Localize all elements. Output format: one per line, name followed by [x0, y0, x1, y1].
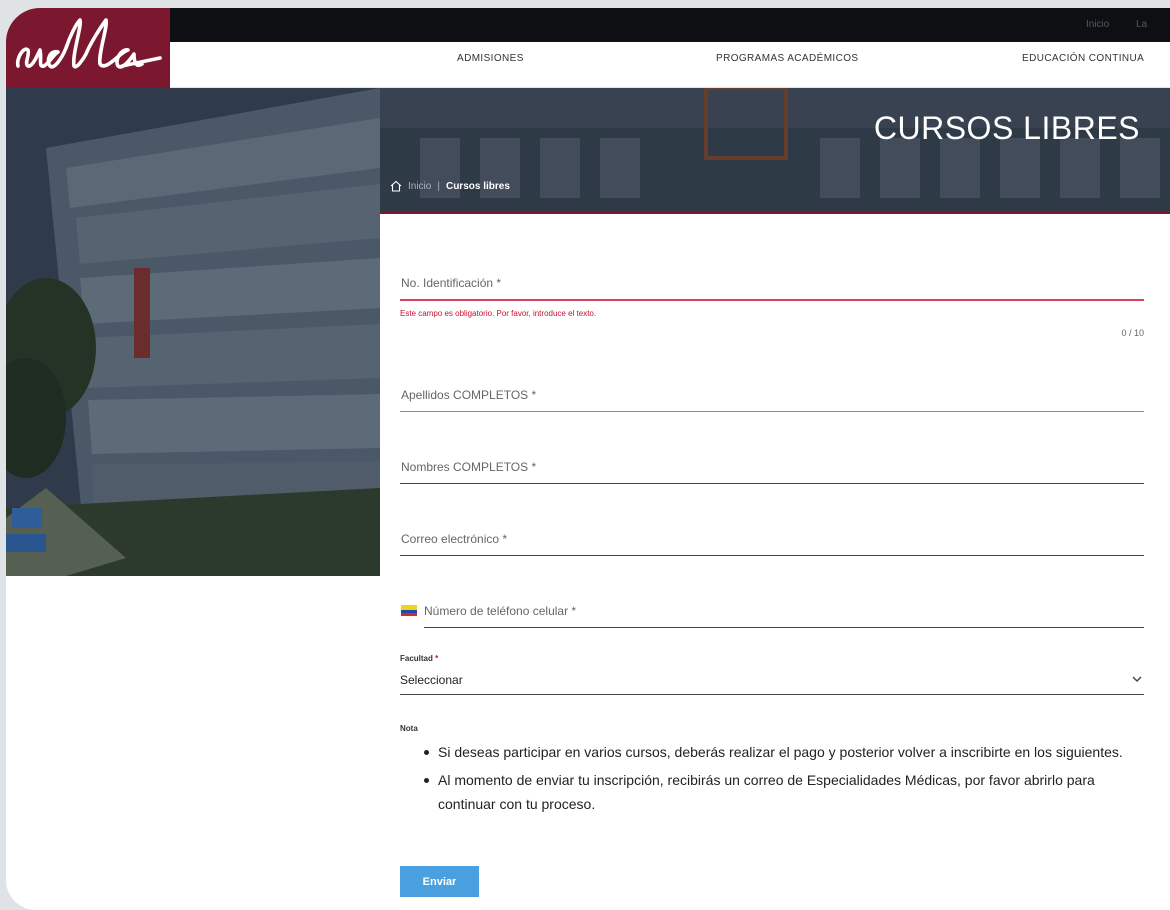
identification-error: Este campo es obligatorio. Por favor, in…: [400, 309, 597, 318]
ecuador-flag-icon[interactable]: [401, 605, 417, 616]
main-navigation: ADMISIONES PROGRAMAS ACADÉMICOS EDUCACIÓ…: [170, 42, 1170, 88]
banner-building-illustration: [380, 88, 1170, 212]
faculty-label-text: Facultad: [400, 654, 433, 663]
page-title: CURSOS LIBRES: [873, 110, 1140, 146]
faculty-select[interactable]: Seleccionar: [400, 666, 1144, 696]
campus-photo: [6, 88, 380, 576]
phone-field[interactable]: Número de teléfono celular *: [400, 596, 1144, 636]
phone-underline: [424, 627, 1144, 628]
names-label: Nombres COMPLETOS *: [401, 460, 537, 474]
top-utility-bar: Inicio La: [170, 8, 1170, 42]
udla-logo-mark: [15, 18, 162, 69]
faculty-underline: [400, 694, 1144, 695]
nav-admisiones[interactable]: ADMISIONES: [457, 53, 524, 64]
identification-label: No. Identificación *: [401, 276, 502, 290]
faculty-select-value: Seleccionar: [400, 673, 463, 687]
surnames-underline: [400, 411, 1144, 412]
home-icon[interactable]: [390, 180, 402, 192]
nav-programas-academicos[interactable]: PROGRAMAS ACADÉMICOS: [716, 53, 858, 64]
names-field[interactable]: Nombres COMPLETOS *: [400, 452, 1144, 492]
faculty-label: Facultad *: [400, 654, 438, 663]
breadcrumb-home[interactable]: Inicio: [408, 181, 431, 192]
note-item: Si deseas participar en varios cursos, d…: [424, 740, 1144, 764]
breadcrumb-separator: |: [437, 180, 440, 192]
email-underline: [400, 555, 1144, 556]
page-frame: Inicio La ADMISIONES PROGRAMAS ACADÉMICO…: [6, 8, 1170, 910]
note-list: Si deseas participar en varios cursos, d…: [424, 740, 1144, 820]
email-field[interactable]: Correo electrónico *: [400, 524, 1144, 564]
identification-counter: 0 / 10: [1121, 328, 1144, 338]
note-item: Al momento de enviar tu inscripción, rec…: [424, 768, 1144, 816]
email-label: Correo electrónico *: [401, 532, 508, 546]
breadcrumb-current: Cursos libres: [445, 180, 510, 192]
note-label: Nota: [400, 724, 418, 733]
names-underline: [400, 483, 1144, 484]
submit-button[interactable]: Enviar: [400, 866, 479, 897]
identification-field[interactable]: No. Identificación *: [400, 268, 1144, 308]
chevron-down-icon[interactable]: [1132, 676, 1142, 683]
campus-building-illustration: [6, 88, 380, 576]
identification-underline: [400, 299, 1144, 301]
nav-educacion-continua[interactable]: EDUCACIÓN CONTINUA: [1022, 53, 1144, 64]
top-link-la[interactable]: La: [1136, 19, 1147, 30]
breadcrumb: Inicio | Cursos libres: [390, 180, 510, 192]
hero-banner: CURSOS LIBRES Inicio | Cursos libres: [380, 88, 1170, 214]
surnames-field[interactable]: Apellidos COMPLETOS *: [400, 380, 1144, 420]
faculty-required-mark: *: [435, 654, 439, 663]
phone-label: Número de teléfono celular *: [424, 604, 577, 618]
top-link-inicio[interactable]: Inicio: [1086, 19, 1109, 30]
udla-logo[interactable]: [6, 8, 170, 88]
surnames-label: Apellidos COMPLETOS *: [401, 388, 537, 402]
